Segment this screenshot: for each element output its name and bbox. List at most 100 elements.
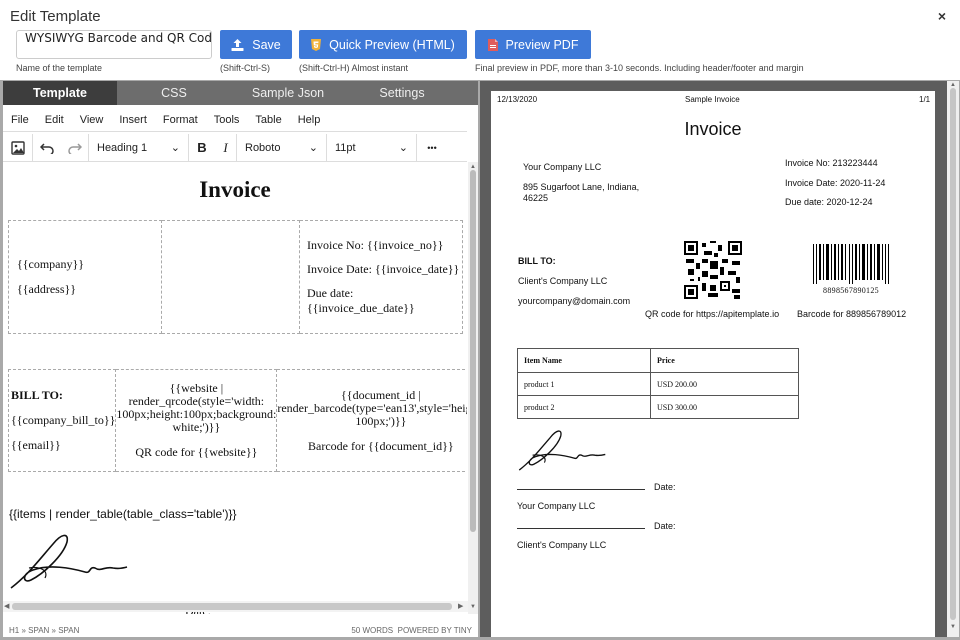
block-format-select[interactable]: Heading 1 ⌄ xyxy=(89,133,189,162)
item-price: USD 300.00 xyxy=(650,395,799,419)
scroll-down-icon[interactable]: ▼ xyxy=(950,624,956,630)
preview-barcode-number: 8898567890125 xyxy=(823,286,879,295)
table-row: product 2 USD 300.00 xyxy=(517,395,799,419)
more-icon[interactable]: ••• xyxy=(417,134,447,162)
editor-vertical-scroll-thumb[interactable] xyxy=(470,170,476,532)
barcode-caption-placeholder: Barcode for {{document_id}} xyxy=(308,438,454,453)
quick-preview-hint: (Shift-Ctrl-H) Almost instant xyxy=(299,63,409,73)
editor-tabs: Template CSS Sample Json Settings xyxy=(3,81,478,105)
scroll-right-icon[interactable]: ▶ xyxy=(458,602,463,610)
powered-by-link[interactable]: POWERED BY TINY xyxy=(398,626,472,635)
item-name: product 1 xyxy=(517,372,651,396)
tab-css[interactable]: CSS xyxy=(117,81,231,105)
items-header-name: Item Name xyxy=(517,348,651,373)
template-name-hint: Name of the template xyxy=(16,63,103,73)
preview-items-table: Item Name Price product 1 USD 200.00 pro… xyxy=(517,348,799,419)
preview-client: Client's Company LLC xyxy=(518,276,608,286)
bill-to-cell: BILL TO: {{company_bill_to}} {{email}} xyxy=(7,369,117,472)
menu-help[interactable]: Help xyxy=(290,114,329,126)
preview-email: yourcompany@domain.com xyxy=(518,296,631,306)
html5-icon xyxy=(311,38,322,51)
company-cell: {{company}} {{address}} xyxy=(8,220,162,334)
preview-sign-company: Your Company LLC xyxy=(517,501,596,511)
invoice-info-cell: Invoice No: {{invoice_no}} Invoice Date:… xyxy=(299,220,463,334)
items-placeholder: {{items | render_table(table_class='tabl… xyxy=(9,507,237,521)
editor-status-bar: H1 » SPAN » SPAN 50 WORDS POWERED BY TIN… xyxy=(3,624,478,637)
item-name: product 2 xyxy=(517,395,651,419)
preview-invoice-date: Invoice Date: 2020-11-24 xyxy=(785,178,886,188)
menu-file[interactable]: File xyxy=(3,114,37,126)
item-price: USD 200.00 xyxy=(650,372,799,396)
tab-template[interactable]: Template xyxy=(3,81,117,105)
editor-horizontal-scroll-thumb[interactable] xyxy=(12,603,452,610)
quick-preview-button[interactable]: Quick Preview (HTML) xyxy=(299,30,467,59)
font-size-value: 11pt xyxy=(335,141,356,154)
scroll-down-icon[interactable]: ▼ xyxy=(470,604,476,610)
page-header-date: 12/13/2020 xyxy=(497,95,538,104)
email-placeholder: {{email}} xyxy=(11,438,61,452)
save-button-label: Save xyxy=(252,37,281,52)
menu-insert[interactable]: Insert xyxy=(111,114,155,126)
save-button[interactable]: Save xyxy=(220,30,292,59)
signature-line xyxy=(517,489,645,490)
preview-address: 895 Sugarfoot Lane, Indiana, 46225 xyxy=(523,182,640,203)
empty-cell xyxy=(161,220,300,334)
preview-pdf-button[interactable]: Preview PDF xyxy=(475,30,591,59)
menu-edit[interactable]: Edit xyxy=(37,114,72,126)
qr-caption-placeholder: QR code for {{website}} xyxy=(135,445,258,459)
menu-view[interactable]: View xyxy=(72,114,112,126)
font-family-select[interactable]: Roboto ⌄ xyxy=(237,133,327,162)
signature-line xyxy=(517,528,645,529)
qr-cell: {{website | render_qrcode(style='width: … xyxy=(115,369,278,472)
font-family-value: Roboto xyxy=(245,141,281,154)
undo-icon[interactable] xyxy=(33,134,61,162)
redo-icon[interactable] xyxy=(61,133,89,162)
editor-document[interactable]: Invoice {{company}} {{address}} Invoice … xyxy=(3,162,467,614)
close-icon[interactable]: × xyxy=(938,8,946,24)
italic-icon[interactable]: I xyxy=(215,133,237,162)
editor-menubar: File Edit View Insert Format Tools Table… xyxy=(3,108,467,132)
bold-icon[interactable]: B xyxy=(189,134,215,162)
status-right: 50 WORDS POWERED BY TINY xyxy=(351,626,472,635)
menu-format[interactable]: Format xyxy=(155,114,206,126)
due-date-placeholder: {{invoice_due_date}} xyxy=(307,301,415,315)
menu-table[interactable]: Table xyxy=(247,114,289,126)
qr-code-image xyxy=(684,241,742,299)
preview-pdf-hint: Final preview in PDF, more than 3-10 sec… xyxy=(475,63,804,73)
preview-vertical-scroll-thumb[interactable] xyxy=(950,88,956,620)
chevron-down-icon: ⌄ xyxy=(308,142,318,154)
editor-toolbar: Heading 1 ⌄ B I Roboto ⌄ 11pt ⌄ ••• xyxy=(3,133,467,162)
scroll-up-icon[interactable]: ▲ xyxy=(470,164,476,170)
tab-settings[interactable]: Settings xyxy=(345,81,459,105)
signature-image xyxy=(10,534,128,589)
quick-preview-label: Quick Preview (HTML) xyxy=(329,37,455,52)
menu-tools[interactable]: Tools xyxy=(206,114,248,126)
dialog-title: Edit Template xyxy=(10,8,101,25)
doc-heading: Invoice xyxy=(199,177,271,202)
items-header-price: Price xyxy=(650,348,799,373)
tab-sample-json[interactable]: Sample Json xyxy=(231,81,345,105)
company-placeholder: {{company}} xyxy=(17,257,85,271)
upload-icon xyxy=(231,38,244,51)
template-name-input[interactable]: WYSIWYG Barcode and QR Code Sa xyxy=(16,30,212,59)
preview-due-date: Due date: 2020-12-24 xyxy=(785,197,873,207)
barcode-expression-line: 100px;')}} xyxy=(355,413,407,428)
preview-bill-to: BILL TO: xyxy=(518,256,556,266)
due-date-label: Due date: xyxy=(307,286,354,300)
font-size-select[interactable]: 11pt ⌄ xyxy=(327,133,417,162)
preview-page: 12/13/2020 Sample Invoice 1/1 Invoice Yo… xyxy=(491,91,935,637)
bill-to-label: BILL TO: xyxy=(11,388,63,402)
scroll-up-icon[interactable]: ▲ xyxy=(950,82,956,88)
preview-company: Your Company LLC xyxy=(523,162,602,172)
chevron-down-icon: ⌄ xyxy=(170,142,180,154)
preview-title: Invoice xyxy=(684,119,742,139)
chevron-down-icon: ⌄ xyxy=(398,142,408,154)
image-icon[interactable] xyxy=(3,133,33,162)
company-bill-to-placeholder: {{company_bill_to}} xyxy=(11,413,116,427)
barcode-expression-line: {{document_id | xyxy=(341,387,421,402)
preview-qr-caption: QR code for https://apitemplate.io xyxy=(645,309,780,319)
scroll-left-icon[interactable]: ◀ xyxy=(4,602,9,610)
page-header-page: 1/1 xyxy=(919,95,931,104)
barcode-image xyxy=(813,244,889,284)
save-hint: (Shift-Ctrl-S) xyxy=(220,63,270,73)
